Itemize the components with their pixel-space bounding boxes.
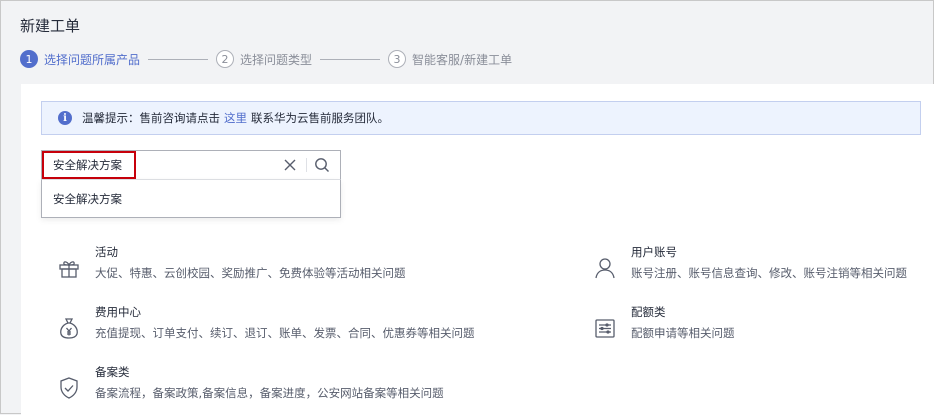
divider — [306, 158, 307, 172]
category-activity[interactable]: 活动 大促、特惠、云创校园、奖励推广、免费体验等活动相关问题 — [57, 244, 406, 281]
category-title: 活动 — [95, 245, 118, 259]
category-quota[interactable]: 配额类 配额申请等相关问题 — [593, 304, 735, 341]
step-1: 1 选择问题所属产品 — [20, 50, 140, 68]
step-3-label: 智能客服/新建工单 — [412, 52, 513, 67]
search-icon[interactable] — [314, 157, 330, 173]
page-title: 新建工单 — [20, 17, 81, 35]
category-title: 用户账号 — [631, 245, 677, 259]
notice-link[interactable]: 这里 — [224, 110, 247, 126]
category-title: 配额类 — [631, 305, 666, 319]
money-bag-icon — [57, 316, 81, 340]
gift-icon — [57, 256, 81, 280]
search-input[interactable] — [42, 151, 255, 179]
search-suggestion-item[interactable]: 安全解决方案 — [41, 180, 341, 218]
category-desc: 配额申请等相关问题 — [631, 326, 735, 340]
step-3-number: 3 — [388, 50, 407, 68]
category-title: 备案类 — [95, 365, 130, 379]
category-billing[interactable]: 费用中心 充值提现、订单支付、续订、退订、账单、发票、合同、优惠券等相关问题 — [57, 304, 475, 341]
quota-list-icon — [593, 316, 617, 340]
step-connector — [148, 58, 209, 60]
category-desc: 备案流程，备案政策,备案信息，备案进度，公安网站备案等相关问题 — [95, 386, 444, 400]
step-1-number: 1 — [20, 50, 38, 68]
notice-prefix: 温馨提示：售前咨询请点击 — [82, 111, 220, 125]
notice-banner: i 温馨提示：售前咨询请点击 这里 联系华为云售前服务团队。 — [41, 101, 921, 135]
close-icon[interactable] — [282, 157, 298, 173]
step-2-label: 选择问题类型 — [240, 52, 313, 67]
step-connector — [320, 58, 381, 60]
info-icon: i — [58, 111, 72, 125]
category-desc: 大促、特惠、云创校园、奖励推广、免费体验等活动相关问题 — [95, 266, 406, 280]
step-3: 3 智能客服/新建工单 — [388, 50, 512, 68]
category-desc: 充值提现、订单支付、续订、退订、账单、发票、合同、优惠券等相关问题 — [95, 326, 475, 340]
category-filing[interactable]: 备案类 备案流程，备案政策,备案信息，备案进度，公安网站备案等相关问题 — [57, 364, 444, 401]
content-panel: i 温馨提示：售前咨询请点击 这里 联系华为云售前服务团队。 安全解决方案 活动 — [21, 84, 934, 415]
category-title: 费用中心 — [95, 305, 141, 319]
product-search-box — [41, 150, 341, 180]
user-icon — [593, 256, 617, 280]
category-user-account[interactable]: 用户账号 账号注册、账号信息查询、修改、账号注销等相关问题 — [593, 244, 907, 281]
step-indicator: 1 选择问题所属产品 2 选择问题类型 3 智能客服/新建工单 — [20, 49, 512, 69]
step-1-label: 选择问题所属产品 — [44, 52, 141, 67]
category-desc: 账号注册、账号信息查询、修改、账号注销等相关问题 — [631, 266, 907, 280]
shield-check-icon — [57, 376, 81, 400]
notice-suffix: 联系华为云售前服务团队。 — [251, 111, 389, 125]
step-2-number: 2 — [216, 50, 235, 68]
step-2: 2 选择问题类型 — [216, 50, 312, 68]
